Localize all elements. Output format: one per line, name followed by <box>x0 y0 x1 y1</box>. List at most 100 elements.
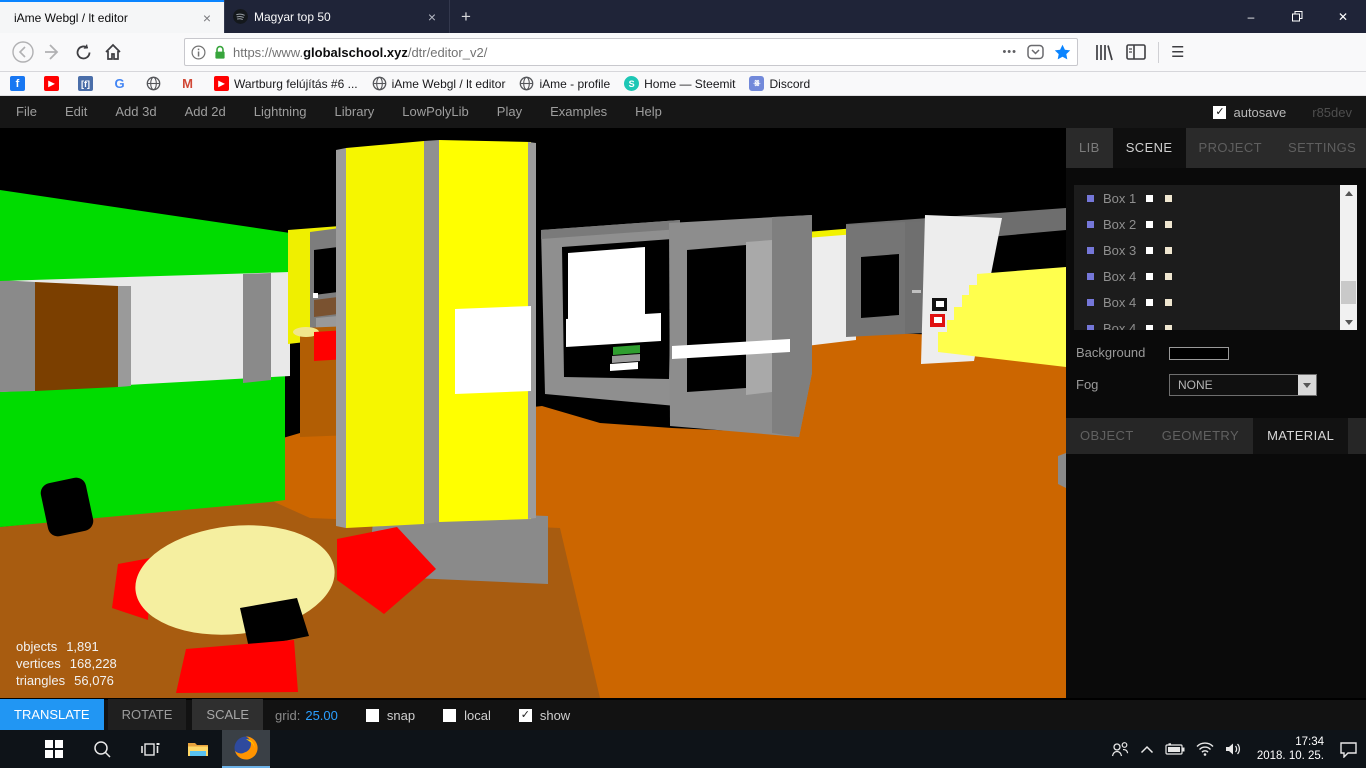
snap-checkbox[interactable] <box>365 708 379 722</box>
list-item[interactable]: Box 4 <box>1074 315 1357 330</box>
forward-button[interactable] <box>38 38 68 66</box>
object-toggle-icon[interactable] <box>1165 298 1173 306</box>
scale-button[interactable]: SCALE <box>192 699 264 731</box>
list-item[interactable]: Box 4 <box>1074 263 1357 289</box>
menu-play[interactable]: Play <box>483 96 536 128</box>
object-toggle-icon[interactable] <box>1165 272 1173 280</box>
show-hidden-icons-chevron-icon[interactable] <box>1140 745 1154 754</box>
object-toggle-icon[interactable] <box>1146 246 1154 254</box>
object-toggle-icon[interactable] <box>1165 220 1173 228</box>
3d-scene-canvas[interactable] <box>0 128 1066 698</box>
menu-hamburger-icon[interactable]: ☰ <box>1171 43 1184 61</box>
object-toggle-icon[interactable] <box>1146 324 1154 330</box>
object-toggle-icon[interactable] <box>1165 194 1173 202</box>
menu-add-3d[interactable]: Add 3d <box>101 96 170 128</box>
tab-project[interactable]: PROJECT <box>1186 128 1275 168</box>
bookmark-discord[interactable]: ꗥ Discord <box>749 76 810 91</box>
home-button[interactable] <box>98 38 128 66</box>
scroll-up-icon[interactable] <box>1340 185 1357 201</box>
volume-icon[interactable] <box>1225 742 1242 756</box>
menu-lowpolylib[interactable]: LowPolyLib <box>388 96 483 128</box>
scene-kiosk-right[interactable] <box>669 215 812 437</box>
autosave-checkbox[interactable]: ✓ <box>1213 105 1227 119</box>
scene-yellow-pillar[interactable] <box>336 140 548 584</box>
scene-left-wall[interactable] <box>0 190 290 527</box>
close-window-button[interactable]: ✕ <box>1320 0 1366 33</box>
bookmark-facebook[interactable]: f <box>10 76 30 91</box>
firefox-taskbar-button[interactable] <box>222 730 270 768</box>
local-checkbox[interactable] <box>443 708 457 722</box>
pocket-icon[interactable] <box>1027 44 1044 60</box>
restore-button[interactable] <box>1274 0 1320 33</box>
object-toggle-icon[interactable] <box>1146 220 1154 228</box>
3d-viewport[interactable]: objects 1,891 vertices 168,228 triangles 56… <box>0 128 1066 698</box>
translate-button[interactable]: TRANSLATE <box>0 699 104 731</box>
scrollbar-thumb[interactable] <box>1341 281 1356 304</box>
show-option[interactable]: ✓ show <box>518 708 570 723</box>
scene-kiosk-left[interactable] <box>541 220 680 406</box>
menu-help[interactable]: Help <box>621 96 676 128</box>
wifi-icon[interactable] <box>1196 742 1214 756</box>
snap-option[interactable]: snap <box>365 708 415 723</box>
tab-active[interactable]: iAme Webgl / lt editor × <box>0 0 224 33</box>
grid-value[interactable]: 25.00 <box>305 708 338 723</box>
sidebar-toggle-icon[interactable] <box>1126 43 1146 61</box>
menu-add-2d[interactable]: Add 2d <box>171 96 240 128</box>
library-icon[interactable] <box>1094 43 1114 62</box>
list-item[interactable]: Box 1 <box>1074 185 1357 211</box>
url-bar[interactable]: https://www.globalschool.xyz/dtr/editor_… <box>184 38 1078 66</box>
fog-select[interactable]: NONE <box>1169 374 1317 396</box>
list-item[interactable]: Box 4 <box>1074 289 1357 315</box>
bookmark-facebook-alt[interactable]: [f] <box>78 76 98 91</box>
start-button[interactable] <box>30 730 78 768</box>
local-option[interactable]: local <box>443 708 491 723</box>
close-tab-icon[interactable]: × <box>423 9 441 25</box>
scene-object-list[interactable]: Box 1 Box 2 Box 3 Box 4 Box 4 Box 4 <box>1074 185 1357 330</box>
people-icon[interactable] <box>1111 741 1129 757</box>
tab-object[interactable]: OBJECT <box>1066 418 1148 454</box>
https-lock-icon[interactable] <box>213 45 227 60</box>
bookmark-gmail[interactable]: M <box>180 76 200 91</box>
menu-examples[interactable]: Examples <box>536 96 621 128</box>
object-toggle-icon[interactable] <box>1146 298 1154 306</box>
page-actions-icon[interactable]: ••• <box>1002 46 1017 58</box>
search-button[interactable] <box>78 730 126 768</box>
chevron-down-icon[interactable] <box>1298 375 1316 395</box>
rotate-button[interactable]: ROTATE <box>107 699 187 731</box>
task-view-button[interactable] <box>126 730 174 768</box>
scene-small-kiosk[interactable] <box>288 226 340 344</box>
bookmark-site[interactable] <box>146 76 166 91</box>
background-color-swatch[interactable] <box>1169 347 1229 360</box>
bookmark-wartburg[interactable]: ▶ Wartburg felújítás #6 ... <box>214 76 358 91</box>
back-button[interactable] <box>8 38 38 66</box>
menu-file[interactable]: File <box>2 96 51 128</box>
bookmark-star-icon[interactable] <box>1054 44 1071 61</box>
tab-inactive[interactable]: Magyar top 50 × <box>224 0 450 33</box>
new-tab-button[interactable]: + <box>450 0 482 33</box>
show-checkbox[interactable]: ✓ <box>518 708 532 722</box>
scroll-down-icon[interactable] <box>1340 314 1357 330</box>
object-toggle-icon[interactable] <box>1165 324 1173 330</box>
tab-material[interactable]: MATERIAL <box>1253 418 1349 454</box>
close-tab-icon[interactable]: × <box>198 10 216 26</box>
menu-lightning[interactable]: Lightning <box>240 96 321 128</box>
menu-library[interactable]: Library <box>321 96 389 128</box>
list-scrollbar[interactable] <box>1340 185 1357 330</box>
file-explorer-button[interactable] <box>174 730 222 768</box>
bookmark-youtube[interactable]: ▶ <box>44 76 64 91</box>
list-item[interactable]: Box 2 <box>1074 211 1357 237</box>
object-toggle-icon[interactable] <box>1146 272 1154 280</box>
page-info-icon[interactable] <box>191 44 206 60</box>
object-toggle-icon[interactable] <box>1146 194 1154 202</box>
action-center-icon[interactable] <box>1339 741 1358 758</box>
battery-icon[interactable] <box>1165 743 1185 755</box>
object-toggle-icon[interactable] <box>1165 246 1173 254</box>
menu-edit[interactable]: Edit <box>51 96 101 128</box>
bookmark-iame-editor[interactable]: iAme Webgl / lt editor <box>372 76 505 91</box>
tab-settings[interactable]: SETTINGS <box>1275 128 1366 168</box>
bookmark-iame-profile[interactable]: iAme - profile <box>519 76 610 91</box>
tab-geometry[interactable]: GEOMETRY <box>1148 418 1253 454</box>
minimize-button[interactable]: – <box>1228 0 1274 33</box>
bookmark-google[interactable]: G <box>112 76 132 91</box>
reload-button[interactable] <box>68 38 98 66</box>
